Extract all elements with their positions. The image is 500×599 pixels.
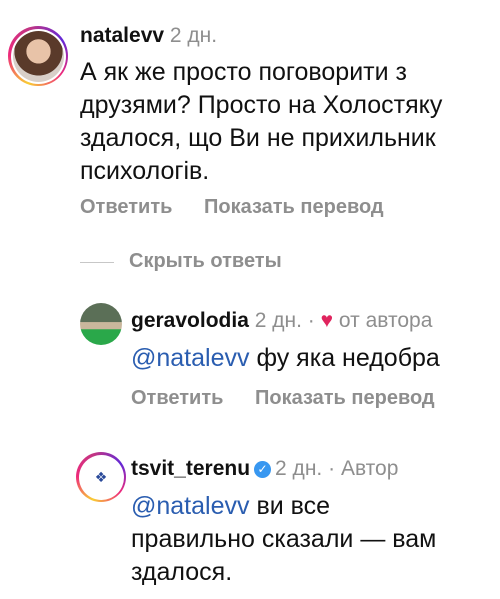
verified-badge-icon: ✓ — [254, 461, 272, 478]
comment-time: 2 дн. — [169, 24, 218, 47]
avatar-photo — [12, 30, 64, 82]
hide-replies-divider — [80, 262, 114, 263]
reply-username[interactable]: geravolodia — [131, 309, 249, 332]
hide-replies-button[interactable]: Скрыть ответы — [129, 250, 282, 273]
translate-button[interactable]: Показать перевод — [204, 196, 384, 218]
separator-dot: · — [307, 309, 315, 332]
reply-time: 2 дн. — [254, 309, 302, 332]
reply-button[interactable]: Ответить — [80, 196, 172, 218]
reply-text-line1: ви все — [256, 492, 331, 520]
reply-text: фу яка недобра — [256, 344, 440, 372]
reply-text-line3: здалося. — [131, 558, 233, 586]
translate-button[interactable]: Показать перевод — [255, 387, 435, 409]
separator-dot: · — [328, 457, 336, 480]
avatar-tsvit-terenu[interactable]: ❖ — [76, 452, 126, 502]
reply-username[interactable]: tsvit_terenu — [131, 457, 250, 480]
reply-time: 2 дн. — [275, 457, 323, 480]
avatar-natalevv[interactable] — [8, 26, 68, 86]
comment-text: А як же просто поговорити з друзями? Про… — [80, 58, 443, 185]
author-label: Автор — [340, 457, 399, 480]
comment-username[interactable]: natalevv — [80, 24, 164, 47]
reply-text-line2: правильно сказали — вам — [131, 525, 437, 553]
brand-logo-icon: ❖ — [94, 468, 108, 485]
avatar-geravolodia[interactable] — [80, 303, 122, 345]
author-liked-badge: от автора — [338, 309, 433, 332]
mention-link[interactable]: @natalevv — [131, 344, 250, 372]
reply-button[interactable]: Ответить — [131, 387, 223, 409]
heart-icon: ♥ — [320, 309, 334, 332]
mention-link[interactable]: @natalevv — [131, 492, 250, 520]
